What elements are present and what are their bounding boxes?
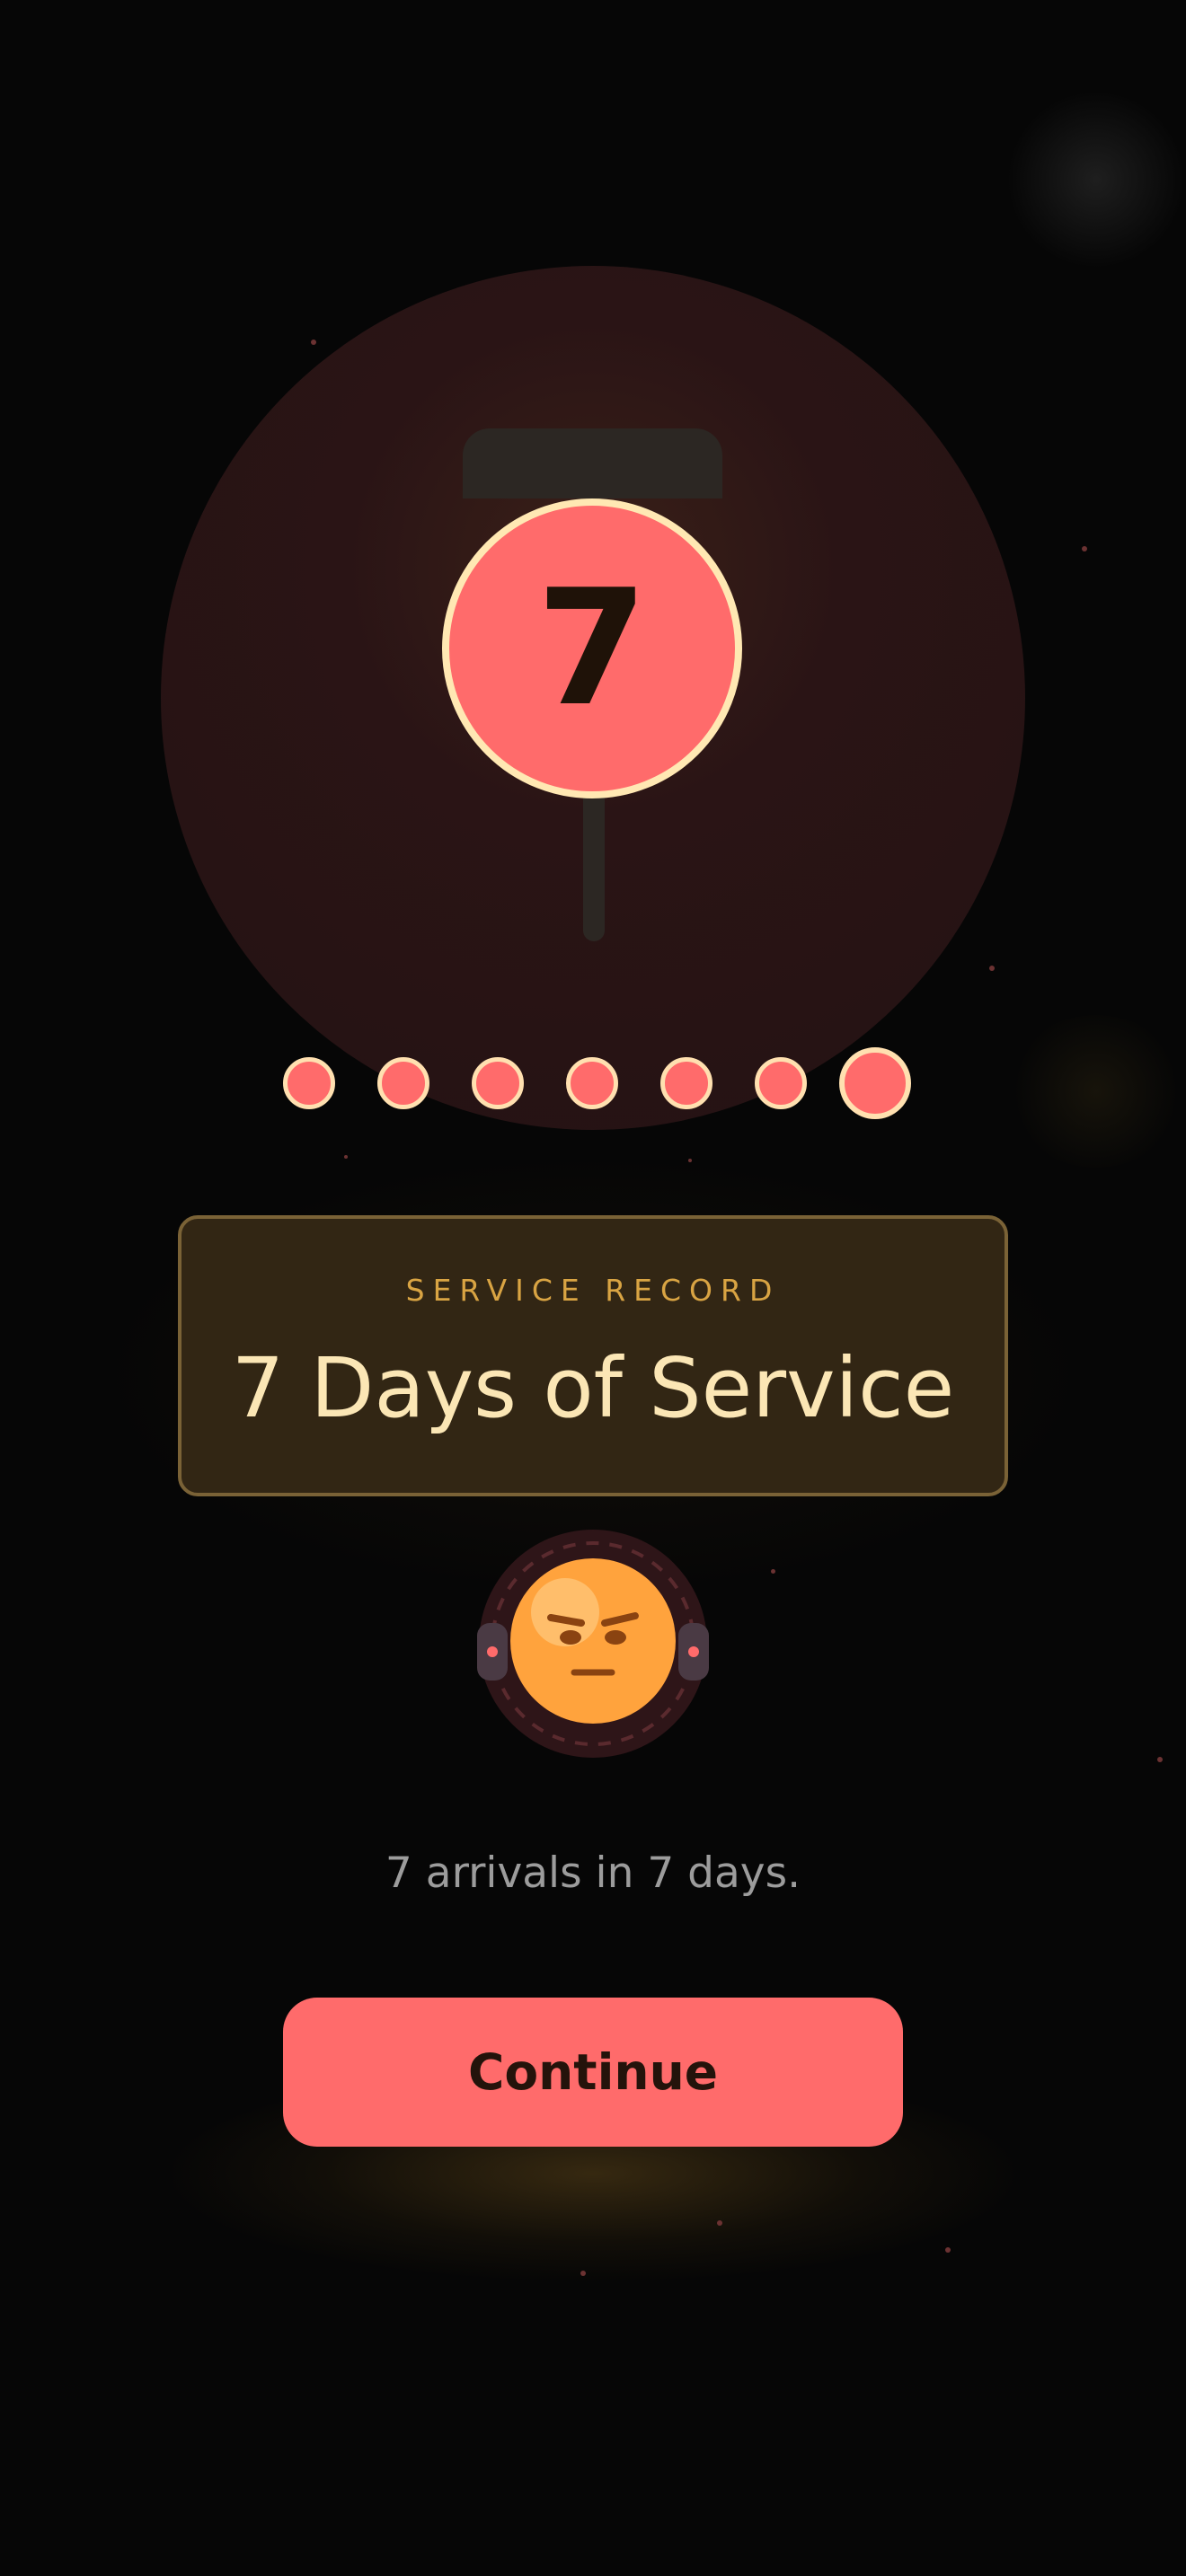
decorative-speck <box>311 340 316 345</box>
decorative-speck <box>344 1155 348 1159</box>
progress-dot <box>660 1057 712 1109</box>
progress-dot <box>283 1057 335 1109</box>
decorative-speck <box>1082 546 1087 551</box>
day-count-number: 7 <box>536 555 648 741</box>
day-count-badge: 7 <box>442 498 742 798</box>
progress-dots <box>0 1047 1186 1119</box>
decorative-speck <box>580 2271 586 2276</box>
decorative-speck <box>771 1569 775 1574</box>
service-record-card: SERVICE RECORD 7 Days of Service <box>178 1215 1008 1496</box>
badge-holder-stick <box>583 790 605 941</box>
service-record-title: 7 Days of Service <box>231 1340 955 1436</box>
decorative-speck <box>945 2247 951 2253</box>
progress-dot <box>377 1057 429 1109</box>
badge-holder-cap <box>463 428 722 498</box>
progress-dot <box>472 1057 524 1109</box>
arrivals-caption: 7 arrivals in 7 days. <box>385 1848 801 1898</box>
continue-button-label: Continue <box>467 2043 719 2101</box>
background-glow <box>1006 90 1186 269</box>
decorative-speck <box>717 2220 722 2226</box>
grumpy-face-avatar-icon <box>477 1528 709 1760</box>
decorative-speck <box>1157 1757 1163 1762</box>
service-record-label: SERVICE RECORD <box>405 1273 781 1308</box>
continue-button[interactable]: Continue <box>283 1998 903 2147</box>
progress-dot <box>755 1057 807 1109</box>
progress-dot-current <box>839 1047 911 1119</box>
decorative-speck <box>989 966 995 971</box>
progress-dot <box>566 1057 618 1109</box>
decorative-speck <box>688 1159 692 1162</box>
